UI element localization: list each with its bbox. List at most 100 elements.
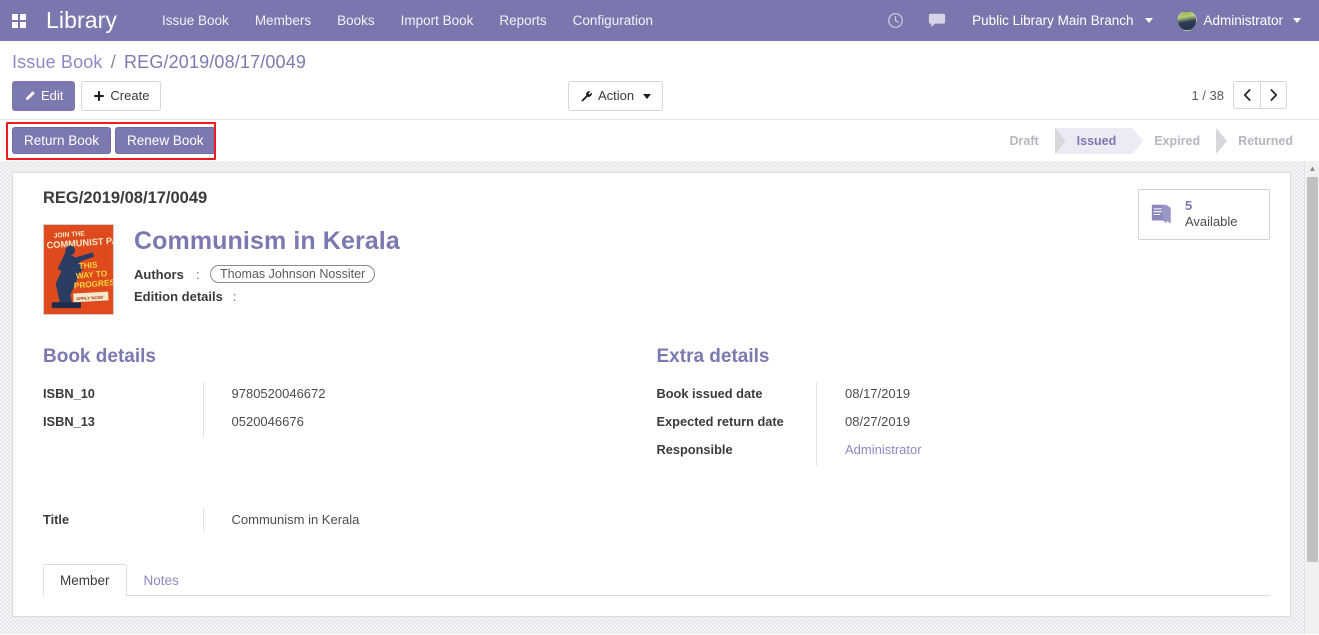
pager-value: 1 / 38 [1191,87,1224,103]
pager: 1 / 38 [1191,81,1287,109]
menu-item-reports[interactable]: Reports [486,2,559,39]
menu-item-configuration[interactable]: Configuration [560,2,666,39]
isbn13-value: 0520046676 [202,410,657,439]
tab-member[interactable]: Member [43,564,127,597]
control-panel: Issue Book / REG/2019/08/17/0049 Edit Cr… [0,41,1319,120]
field-row-isbn13: ISBN_13 0520046676 [43,410,657,439]
vertical-scrollbar[interactable]: ▲ [1304,161,1319,635]
author-tag[interactable]: Thomas Johnson Nossiter [210,265,376,284]
breadcrumb-current: REG/2019/08/17/0049 [124,52,307,72]
book-icon [1151,205,1171,224]
notebook-tabs: Member Notes [43,564,1270,597]
book-issued-date-value: 08/17/2019 [816,382,1270,411]
responsible-label: Responsible [656,442,733,458]
book-details-title: Book details [43,346,156,368]
status-stage-expired[interactable]: Expired [1132,127,1227,154]
book-header-text: Communism in Kerala Authors : Thomas Joh… [134,224,400,315]
action-menu-wrapper: Action [568,81,664,112]
action-button-label: Action [598,88,635,103]
clock-icon[interactable] [875,12,916,29]
breadcrumb: Issue Book / REG/2019/08/17/0049 [10,41,1309,75]
apps-menu-button[interactable] [0,0,38,41]
status-stage-returned[interactable]: Returned [1216,128,1309,154]
edit-button[interactable]: Edit [12,81,76,112]
edition-colon: : [232,289,237,305]
status-stage-issued[interactable]: Issued [1054,127,1143,154]
status-stage-draft[interactable]: Draft [987,127,1066,154]
scroll-up-icon[interactable]: ▲ [1305,161,1319,177]
menu-item-members[interactable]: Members [242,2,324,39]
form-sheet: 5 Available REG/2019/08/17/0049 JOIN THE… [12,172,1291,618]
avatar [1177,10,1198,31]
top-navbar: Library Issue Book Members Books Import … [0,0,1319,41]
isbn10-label: ISBN_10 [43,386,95,402]
return-book-button[interactable]: Return Book [12,127,112,155]
chevron-right-icon [1270,89,1277,101]
company-name: Public Library Main Branch [972,13,1134,28]
scrollbar-thumb[interactable] [1307,177,1318,563]
pager-buttons [1233,81,1287,109]
chat-bubble-icon[interactable] [916,12,958,29]
record-id-heading: REG/2019/08/17/0049 [43,189,208,208]
pager-previous-button[interactable] [1233,81,1260,109]
chevron-down-icon [643,93,652,99]
available-label: Available [1185,214,1238,230]
breadcrumb-root[interactable]: Issue Book [12,52,103,72]
create-button[interactable]: Create [81,81,162,112]
book-title: Communism in Kerala [134,227,400,256]
field-row-issued-date: Book issued date 08/17/2019 [656,382,1270,411]
plus-icon [94,91,105,101]
renew-book-button[interactable]: Renew Book [115,127,216,155]
chevron-down-icon [1293,18,1301,23]
expected-return-date-value: 08/27/2019 [816,410,1270,439]
available-copies-smart-button[interactable]: 5 Available [1138,189,1270,240]
book-issued-date-label: Book issued date [656,386,763,402]
wrench-icon [581,90,592,102]
action-button[interactable]: Action [568,81,664,112]
user-menu[interactable]: Administrator [1163,10,1305,31]
main-menu: Issue Book Members Books Import Book Rep… [149,2,666,39]
extra-details-group: Extra details Book issued date 08/17/201… [656,346,1270,467]
tab-notes[interactable]: Notes [127,564,196,596]
edition-row: Edition details : [134,289,400,304]
book-header: JOIN THE COMMUNIST PARTY THIS WAY TO PRO… [43,224,1270,316]
isbn13-label: ISBN_13 [43,414,95,430]
workflow-buttons: Return Book Renew Book [12,127,216,155]
menu-item-issue-book[interactable]: Issue Book [149,2,242,39]
authors-label: Authors [134,266,184,282]
field-row-expected-return-date: Expected return date 08/27/2019 [657,410,1270,439]
field-row-responsible: Responsible Administrator [656,438,1270,467]
book-cover-image: JOIN THE COMMUNIST PARTY THIS WAY TO PRO… [43,224,114,316]
book-details-fields: ISBN_10 9780520046672 ISBN_13 0520046676 [43,382,657,439]
authors-colon: : [196,266,200,282]
details-columns: Book details ISBN_10 9780520046672 ISBN_… [43,346,1270,467]
statusbar: Return Book Renew Book Draft Issued Expi… [0,119,1319,162]
field-row-isbn10: ISBN_10 9780520046672 [43,382,657,411]
apps-grid-icon [12,13,26,28]
user-name: Administrator [1203,13,1283,28]
pencil-icon [25,91,35,101]
available-count: 5 [1185,198,1193,214]
book-details-group: Book details ISBN_10 9780520046672 ISBN_… [43,346,657,466]
authors-row: Authors : Thomas Johnson Nossiter [134,265,400,284]
edition-label: Edition details [134,289,223,305]
chevron-left-icon [1243,89,1251,101]
field-row-title: Title Communism in Kerala [43,508,663,532]
smart-button-text: 5 Available [1185,198,1238,231]
control-panel-buttons: Edit Create Action 1 / 38 [10,75,1309,119]
navbar-right: Public Library Main Branch Administrator [875,10,1319,31]
title-field-value: Communism in Kerala [202,508,663,532]
brand-title[interactable]: Library [38,7,123,34]
title-field-label: Title [43,512,70,528]
menu-item-import-book[interactable]: Import Book [388,2,487,39]
responsible-value[interactable]: Administrator [816,438,1270,467]
company-switcher[interactable]: Public Library Main Branch [958,13,1163,28]
isbn10-value: 9780520046672 [202,382,657,411]
menu-item-books[interactable]: Books [324,2,388,39]
pager-next-button[interactable] [1260,81,1287,109]
title-field-group: Title Communism in Kerala [43,508,1270,532]
create-button-label: Create [110,88,150,103]
edit-button-label: Edit [41,88,64,103]
status-pipeline: Draft Issued Expired Returned [987,127,1309,154]
chevron-down-icon [1145,18,1154,23]
